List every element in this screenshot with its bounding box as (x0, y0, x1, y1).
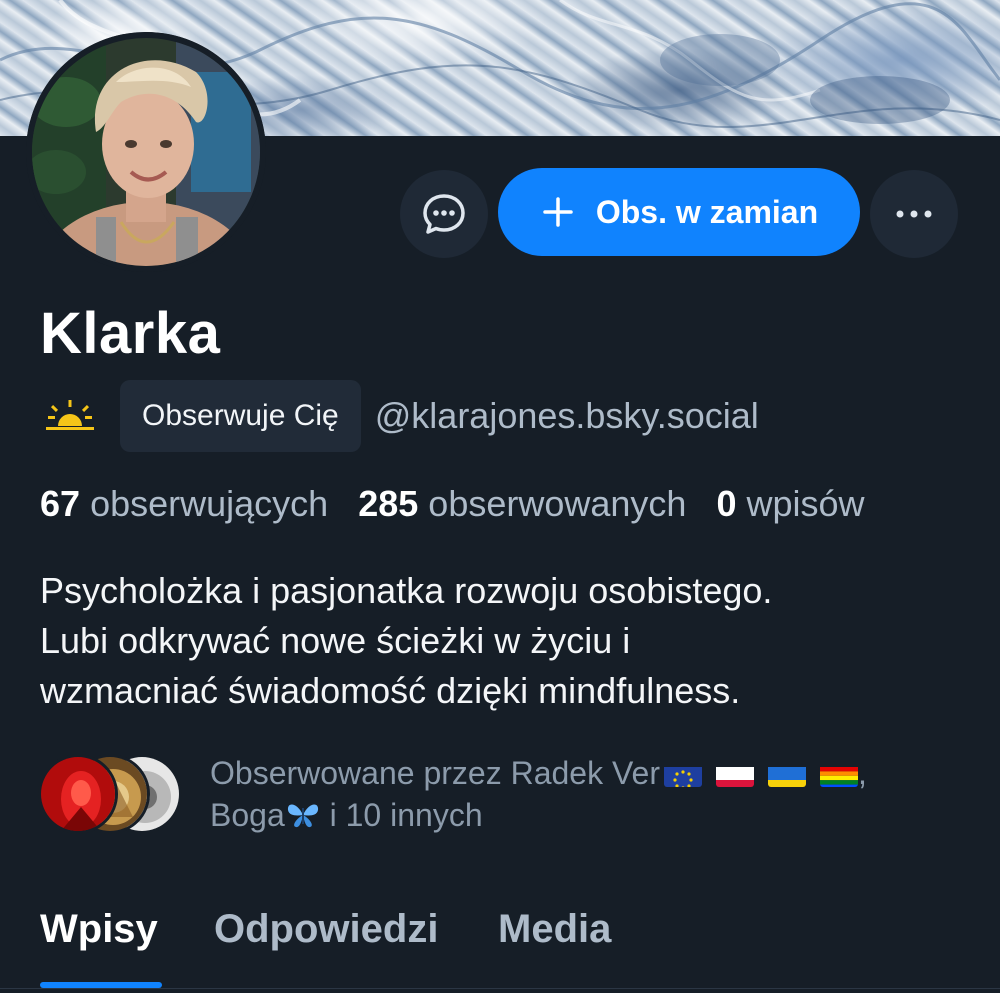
display-name: Klarka (40, 301, 221, 366)
profile-stats: 67 obserwujących 285 obserwowanych 0 wpi… (40, 480, 865, 528)
followed-by-rest: i 10 innych (320, 797, 483, 833)
follow-back-button[interactable]: Obs. w zamian (498, 168, 860, 256)
posts-count: 0 (716, 483, 737, 524)
avatar[interactable] (26, 32, 266, 272)
tab-posts[interactable]: Wpisy (40, 904, 158, 954)
follows-you-badge: Obserwuje Cię (120, 380, 361, 452)
bio-line: wzmacniać świadomość dzięki mindfulness. (40, 670, 741, 711)
posts-label: wpisów (746, 483, 865, 524)
followed-by-name: Boga (210, 797, 285, 833)
more-options-button[interactable] (870, 170, 958, 258)
following-stat[interactable]: 285 obserwowanych (358, 483, 686, 524)
follower-avatar (38, 754, 118, 834)
follow-back-label: Obs. w zamian (595, 193, 819, 230)
chat-bubble-icon (423, 194, 465, 234)
profile-handle[interactable]: @klarajones.bsky.social (375, 395, 759, 437)
following-count: 285 (358, 483, 419, 524)
sun-icon (46, 400, 94, 430)
followed-by-line-2: Boga i 10 innych (210, 794, 867, 836)
avatar-photo (26, 32, 266, 272)
eu-flag-icon (664, 761, 702, 787)
rainbow-flag-icon (820, 761, 858, 787)
followed-by-prefix: Obserwowane przez Radek Ver (210, 755, 660, 791)
butterfly-icon (287, 804, 318, 828)
handle-row: Obserwuje Cię @klarajones.bsky.social (40, 380, 759, 452)
followers-stat[interactable]: 67 obserwujących (40, 483, 328, 524)
bio-line: Psycholożka i pasjonatka rozwoju osobist… (40, 570, 773, 611)
ukraine-flag-icon (768, 761, 806, 787)
followed-by-line-1: Obserwowane przez Radek Ver, (210, 752, 867, 794)
plus-icon (543, 197, 573, 227)
profile-bio: Psycholożka i pasjonatka rozwoju osobist… (40, 566, 960, 716)
following-label: obserwowanych (428, 483, 687, 524)
followed-by-text[interactable]: Obserwowane przez Radek Ver, Boga i 10 i… (210, 752, 867, 836)
message-button[interactable] (400, 170, 488, 258)
posts-stat: 0 wpisów (716, 483, 864, 524)
followers-label: obserwujących (90, 483, 329, 524)
followers-count: 67 (40, 483, 81, 524)
tab-replies[interactable]: Odpowiedzi (214, 904, 438, 954)
poland-flag-icon (716, 761, 754, 787)
bio-line: Lubi odkrywać nowe ścieżki w życiu i (40, 620, 631, 661)
tab-media[interactable]: Media (498, 904, 611, 954)
followed-by-comma: , (858, 755, 867, 791)
tabs-divider (0, 988, 1000, 989)
ellipsis-icon (896, 210, 932, 218)
